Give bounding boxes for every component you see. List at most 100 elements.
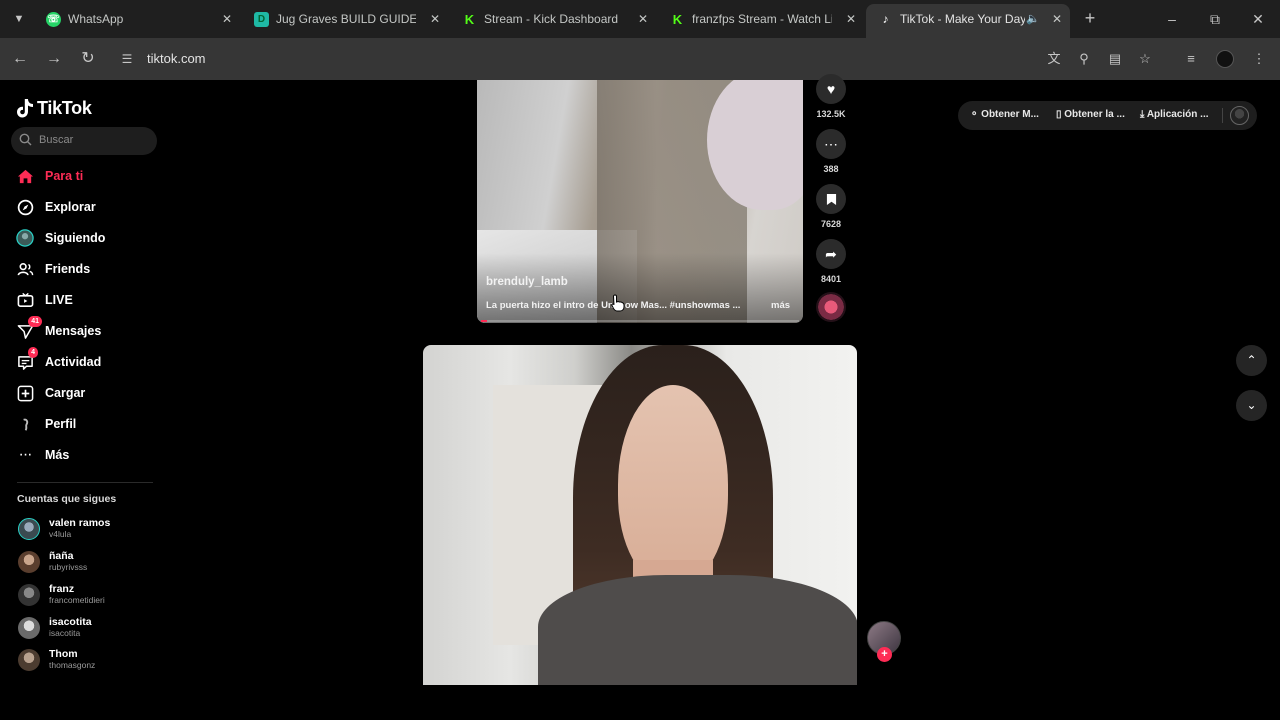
save-count: 7628 bbox=[820, 219, 842, 229]
whatsapp-icon: ☏ bbox=[46, 12, 61, 27]
restore-button[interactable]: ⧉ bbox=[1193, 0, 1237, 38]
notification-badge: 4 bbox=[28, 347, 38, 358]
tiktok-logo-icon bbox=[17, 99, 33, 118]
minimize-button[interactable]: – bbox=[1150, 0, 1194, 38]
description-more-link[interactable]: más bbox=[771, 300, 790, 311]
translate-icon[interactable]: 文 bbox=[1043, 48, 1065, 70]
compass-icon bbox=[16, 198, 34, 216]
browser-profile-avatar[interactable] bbox=[1216, 50, 1234, 68]
nav-perfil[interactable]: Perfil bbox=[16, 413, 76, 435]
comment-bubble-icon: ⋯ bbox=[816, 129, 846, 159]
nav-label: Perfil bbox=[45, 417, 77, 431]
friends-icon bbox=[16, 260, 34, 278]
account-username: v4lula bbox=[49, 529, 72, 539]
follow-plus-icon[interactable]: + bbox=[877, 647, 892, 662]
like-action[interactable]: ♥ 132.5K bbox=[816, 74, 846, 119]
logo-text: TikTok bbox=[37, 97, 92, 118]
tiktok-icon: ♪ bbox=[882, 12, 889, 26]
share-arrow-icon: ➦ bbox=[816, 239, 846, 269]
bookmark-icon bbox=[816, 184, 846, 214]
nav-mas[interactable]: ··· Más bbox=[16, 444, 70, 466]
tab-title: WhatsApp bbox=[68, 12, 124, 26]
comment-count: 388 bbox=[823, 164, 839, 174]
speaker-icon[interactable]: 🔈 bbox=[1026, 4, 1040, 34]
save-action[interactable]: 7628 bbox=[816, 184, 846, 229]
nav-cargar[interactable]: Cargar bbox=[16, 382, 85, 404]
account-name: valen ramos bbox=[49, 517, 111, 529]
tab-title: TikTok - Make Your Day bbox=[900, 12, 1025, 26]
share-action[interactable]: ➦ 8401 bbox=[816, 239, 846, 284]
heart-icon: ♥ bbox=[816, 74, 846, 104]
pill-label: Aplicación ... bbox=[1146, 109, 1209, 120]
site-info-icon[interactable]: ☰ bbox=[118, 50, 136, 68]
close-tab-icon[interactable]: ✕ bbox=[430, 4, 440, 34]
back-arrow-icon[interactable]: ← bbox=[8, 47, 32, 71]
browser-tab-jug-graves[interactable]: D Jug Graves BUILD GUIDE - R ✕ bbox=[242, 4, 448, 34]
nav-label: LIVE bbox=[45, 293, 73, 307]
desktop-app-button[interactable]: ⤓ Aplicación ... bbox=[1140, 109, 1209, 120]
close-tab-icon[interactable]: ✕ bbox=[638, 4, 648, 34]
d-icon: D bbox=[254, 12, 269, 27]
media-controls-icon[interactable]: ≡ bbox=[1180, 48, 1202, 70]
new-tab-button[interactable]: + bbox=[1079, 8, 1101, 30]
browser-tab-whatsapp[interactable]: ☏ WhatsApp ✕ bbox=[34, 4, 240, 34]
pill-label: Obtener M... bbox=[981, 109, 1039, 120]
search-input[interactable]: Buscar bbox=[11, 127, 157, 155]
get-coins-button[interactable]: ⚬ Obtener M... bbox=[970, 109, 1039, 120]
nav-siguiendo[interactable]: Siguiendo bbox=[16, 227, 105, 249]
account-username: rubyrivsss bbox=[49, 562, 88, 572]
user-avatar[interactable] bbox=[1230, 106, 1249, 125]
inbox-icon: 4 bbox=[16, 347, 38, 371]
music-disc-icon[interactable] bbox=[816, 292, 846, 322]
nav-friends[interactable]: Friends bbox=[16, 258, 90, 280]
previous-video-button[interactable]: ⌃ bbox=[1236, 345, 1267, 376]
install-app-icon[interactable]: ▤ bbox=[1104, 48, 1126, 70]
top-action-bar: ⚬ Obtener M... ▯ Obtener la ... ⤓ Aplica… bbox=[958, 101, 1257, 130]
zoom-icon[interactable]: ⚲ bbox=[1073, 48, 1095, 70]
next-video-button[interactable]: ⌄ bbox=[1236, 390, 1267, 421]
avatar bbox=[18, 518, 40, 540]
upload-plus-icon bbox=[16, 384, 34, 402]
nav-label: Para ti bbox=[45, 169, 84, 183]
nav-live[interactable]: LIVE bbox=[16, 289, 73, 311]
nav-mensajes[interactable]: 41 Mensajes bbox=[16, 316, 101, 342]
close-tab-icon[interactable]: ✕ bbox=[1052, 4, 1062, 34]
close-window-button[interactable]: ✕ bbox=[1236, 0, 1280, 38]
reload-icon[interactable]: ↻ bbox=[76, 47, 100, 71]
kick-icon: K bbox=[464, 12, 475, 27]
close-tab-icon[interactable]: ✕ bbox=[846, 4, 856, 34]
nav-explorar[interactable]: Explorar bbox=[16, 196, 96, 218]
video-caption-shade bbox=[477, 253, 803, 323]
comment-action[interactable]: ⋯ 388 bbox=[816, 129, 846, 174]
browser-tab-kick-dashboard[interactable]: K Stream - Kick Dashboard ✕ bbox=[450, 4, 656, 34]
nav-para-ti[interactable]: Para ti bbox=[16, 165, 83, 187]
video-frame-face bbox=[618, 385, 728, 585]
bookmark-star-icon[interactable]: ☆ bbox=[1134, 48, 1156, 70]
browser-tab-franzfps[interactable]: K franzfps Stream - Watch Live ✕ bbox=[658, 4, 864, 34]
avatar bbox=[18, 649, 40, 671]
menu-kebab-icon[interactable]: ⋮ bbox=[1248, 48, 1270, 70]
tab-title: Stream - Kick Dashboard bbox=[484, 12, 619, 26]
tiktok-logo[interactable]: TikTok bbox=[16, 96, 92, 120]
browser-toolbar: ← → ↻ ☰ tiktok.com 文 ⚲ ▤ ☆ ≡ ⋮ bbox=[0, 38, 1280, 80]
profile-avatar-icon bbox=[16, 415, 34, 433]
avatar bbox=[18, 551, 40, 573]
following-section-title: Cuentas que sigues bbox=[17, 493, 117, 505]
get-app-button[interactable]: ▯ Obtener la ... bbox=[1056, 109, 1125, 120]
forward-arrow-icon[interactable]: → bbox=[42, 47, 66, 71]
avatar bbox=[18, 584, 40, 606]
video-progress-bar[interactable] bbox=[481, 320, 799, 322]
nav-actividad[interactable]: 4 Actividad bbox=[16, 347, 101, 373]
avatar bbox=[18, 617, 40, 639]
address-bar-url[interactable]: tiktok.com bbox=[147, 51, 206, 66]
account-username: isacotita bbox=[49, 628, 81, 638]
tab-title: franzfps Stream - Watch Live bbox=[692, 12, 832, 26]
browser-tab-tiktok[interactable]: ♪ TikTok - Make Your Day 🔈 ✕ bbox=[866, 4, 1070, 38]
tab-search-chevron-icon[interactable]: ▼ bbox=[8, 8, 30, 30]
hand-cursor-icon bbox=[611, 294, 625, 312]
close-tab-icon[interactable]: ✕ bbox=[222, 4, 232, 34]
video-progress-fill bbox=[481, 320, 488, 322]
search-placeholder: Buscar bbox=[39, 134, 74, 146]
video-player-2[interactable] bbox=[423, 345, 857, 685]
video-author-username[interactable]: brenduly_lamb bbox=[486, 276, 568, 288]
